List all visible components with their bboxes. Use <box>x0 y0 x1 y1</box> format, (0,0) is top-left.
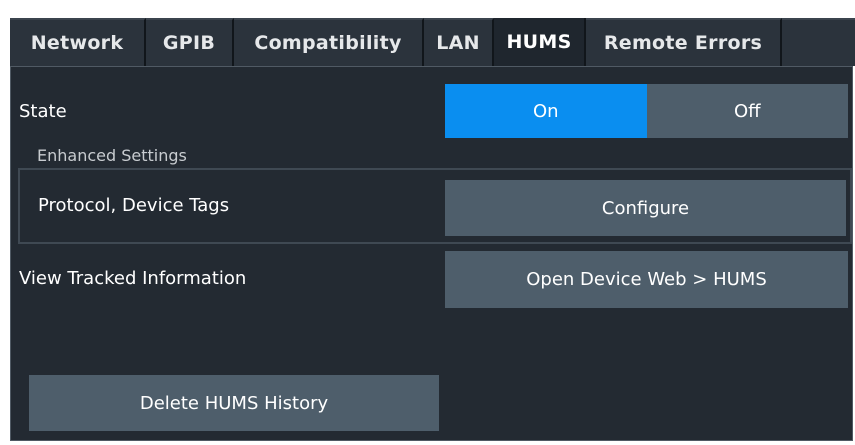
tab-lan[interactable]: LAN <box>424 18 494 66</box>
tab-gpib[interactable]: GPIB <box>146 18 234 66</box>
state-toggle[interactable]: On Off <box>445 84 848 138</box>
tab-compatibility[interactable]: Compatibility <box>234 18 424 66</box>
configure-button[interactable]: Configure <box>445 180 846 236</box>
tab-bar-filler <box>782 18 855 66</box>
state-off-option[interactable]: Off <box>646 84 848 138</box>
state-label: State <box>19 101 67 122</box>
delete-hums-history-button[interactable]: Delete HUMS History <box>29 375 439 431</box>
enhanced-settings-caption: Enhanced Settings <box>37 146 187 165</box>
hums-panel: State On Off Enhanced Settings Protocol,… <box>10 66 853 441</box>
tab-bar: Network GPIB Compatibility LAN HUMS Remo… <box>10 18 855 66</box>
tab-remote-errors[interactable]: Remote Errors <box>586 18 782 66</box>
protocol-device-tags-label: Protocol, Device Tags <box>38 195 230 216</box>
enhanced-settings-group: Protocol, Device Tags Configure <box>18 168 852 244</box>
tab-network[interactable]: Network <box>10 18 146 66</box>
state-on-option[interactable]: On <box>445 84 647 138</box>
tab-hums[interactable]: HUMS <box>494 18 586 66</box>
view-tracked-information-label: View Tracked Information <box>19 268 247 289</box>
open-device-web-hums-button[interactable]: Open Device Web > HUMS <box>445 251 848 308</box>
hums-settings-dialog: Network GPIB Compatibility LAN HUMS Remo… <box>0 0 855 445</box>
